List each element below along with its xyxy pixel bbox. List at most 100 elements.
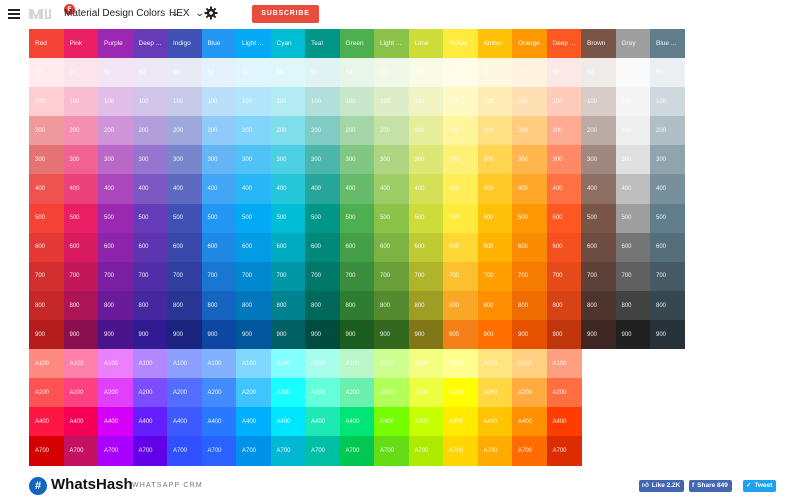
color-swatch[interactable]: A200 [305,378,340,408]
color-swatch[interactable]: 50 [581,58,616,88]
color-column-header[interactable]: Indigo [167,29,202,58]
color-swatch[interactable]: A200 [132,378,168,408]
color-swatch[interactable]: A100 [477,349,513,379]
color-swatch[interactable]: 300 [615,145,651,175]
color-swatch[interactable]: 400 [201,174,237,204]
color-swatch[interactable]: 200 [581,116,616,146]
color-swatch[interactable]: 400 [650,174,685,204]
color-swatch[interactable]: 600 [546,232,582,263]
color-swatch[interactable]: A100 [98,349,133,379]
color-swatch[interactable]: 400 [132,174,168,204]
color-swatch[interactable]: 900 [339,319,375,350]
color-swatch[interactable]: 300 [443,145,478,175]
color-swatch[interactable]: 50 [615,58,651,88]
color-swatch[interactable]: 300 [167,145,202,175]
color-swatch[interactable]: 700 [132,261,168,292]
color-swatch[interactable]: 200 [132,116,168,146]
color-swatch[interactable]: 700 [477,261,513,292]
color-swatch[interactable]: 50 [270,58,306,88]
color-column-header[interactable]: Cyan [270,29,306,58]
color-swatch[interactable]: 900 [477,319,513,350]
color-swatch[interactable]: A200 [374,378,409,408]
color-swatch[interactable]: 50 [546,58,582,88]
color-swatch[interactable]: 200 [63,116,99,146]
color-swatch[interactable]: 800 [305,290,340,321]
color-column-header[interactable]: Grey [615,29,651,58]
color-swatch[interactable]: 600 [167,232,202,263]
color-swatch[interactable]: 700 [408,261,444,292]
color-swatch[interactable]: 500 [477,203,513,234]
color-swatch[interactable]: 400 [339,174,375,204]
color-swatch[interactable]: 600 [305,232,340,263]
color-swatch[interactable]: A100 [546,349,582,379]
color-swatch[interactable]: 300 [374,145,409,175]
color-swatch[interactable]: 300 [201,145,237,175]
color-swatch[interactable]: 600 [374,232,409,263]
color-swatch[interactable]: 800 [443,290,478,321]
palette-select[interactable]: Material Design Colors ⌄ [64,8,180,19]
color-swatch[interactable]: A400 [98,407,133,437]
color-column-header[interactable]: Green [339,29,375,58]
facebook-like-button[interactable]: 👍︎ Like 2.2K [639,480,685,492]
color-swatch[interactable]: 600 [29,232,64,263]
color-swatch[interactable]: 800 [167,290,202,321]
color-swatch[interactable]: A200 [98,378,133,408]
color-column-header[interactable]: Light ... [236,29,271,58]
color-swatch[interactable]: A200 [201,378,237,408]
color-swatch[interactable]: 400 [63,174,99,204]
color-swatch[interactable]: A700 [339,436,375,466]
color-swatch[interactable]: A700 [512,436,547,466]
color-swatch[interactable]: 200 [270,116,306,146]
color-swatch[interactable]: 400 [443,174,478,204]
color-swatch[interactable]: 400 [167,174,202,204]
color-swatch[interactable]: 700 [615,261,651,292]
color-swatch[interactable]: A400 [236,407,271,437]
color-swatch[interactable]: 300 [650,145,685,175]
color-swatch[interactable]: 100 [512,87,547,117]
color-swatch[interactable]: A400 [29,407,64,437]
color-swatch[interactable]: 500 [546,203,582,234]
color-swatch[interactable]: A400 [443,407,478,437]
color-swatch[interactable]: 100 [581,87,616,117]
color-swatch[interactable]: 900 [581,319,616,350]
color-swatch[interactable]: A200 [167,378,202,408]
color-swatch[interactable]: A400 [477,407,513,437]
color-swatch[interactable]: A700 [29,436,64,466]
color-swatch[interactable]: A100 [305,349,340,379]
color-swatch[interactable]: 700 [546,261,582,292]
color-swatch[interactable]: A700 [374,436,409,466]
color-swatch[interactable]: A100 [29,349,64,379]
color-swatch[interactable]: 300 [98,145,133,175]
color-column-header[interactable]: Blue [201,29,237,58]
color-swatch[interactable]: A400 [374,407,409,437]
color-swatch[interactable]: 600 [615,232,651,263]
color-swatch[interactable]: 700 [201,261,237,292]
color-swatch[interactable]: A400 [339,407,375,437]
color-swatch[interactable]: A700 [63,436,99,466]
color-swatch[interactable]: 700 [305,261,340,292]
color-swatch[interactable]: A200 [408,378,444,408]
color-swatch[interactable]: 600 [132,232,168,263]
color-swatch[interactable]: A100 [512,349,547,379]
color-swatch[interactable]: 200 [512,116,547,146]
color-swatch[interactable]: 900 [270,319,306,350]
color-swatch[interactable]: 50 [512,58,547,88]
color-swatch[interactable]: 100 [132,87,168,117]
color-swatch[interactable]: 900 [512,319,547,350]
color-swatch[interactable]: 600 [270,232,306,263]
color-swatch[interactable]: A100 [201,349,237,379]
color-swatch[interactable]: A100 [374,349,409,379]
color-swatch[interactable]: A700 [305,436,340,466]
color-swatch[interactable]: 700 [167,261,202,292]
color-swatch[interactable]: 700 [512,261,547,292]
color-swatch[interactable]: 50 [201,58,237,88]
color-swatch[interactable]: 100 [201,87,237,117]
color-swatch[interactable]: 300 [270,145,306,175]
color-swatch[interactable]: 300 [63,145,99,175]
color-column-header[interactable]: Deep ... [132,29,168,58]
color-swatch[interactable]: 600 [201,232,237,263]
color-column-header[interactable]: Pink [63,29,99,58]
color-swatch[interactable]: 50 [339,58,375,88]
color-swatch[interactable]: A100 [236,349,271,379]
color-swatch[interactable]: 600 [339,232,375,263]
